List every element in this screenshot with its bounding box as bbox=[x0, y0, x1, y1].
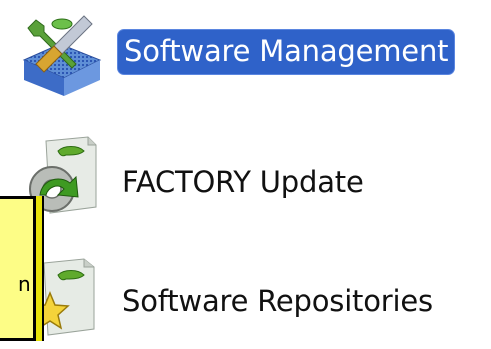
software-management-icon bbox=[14, 8, 106, 100]
list-item-software-repositories[interactable]: Software Repositories bbox=[0, 245, 491, 339]
item-label: Software Management bbox=[117, 29, 456, 75]
item-label: Software Repositories bbox=[122, 284, 433, 318]
list-item-factory-update[interactable]: FACTORY Update bbox=[0, 125, 491, 235]
tooltip-edge bbox=[36, 196, 44, 341]
tooltip-text: n bbox=[18, 272, 31, 296]
list-item-software-management[interactable]: Software Management bbox=[0, 0, 491, 110]
tooltip bbox=[0, 196, 36, 341]
item-label: FACTORY Update bbox=[122, 165, 364, 199]
